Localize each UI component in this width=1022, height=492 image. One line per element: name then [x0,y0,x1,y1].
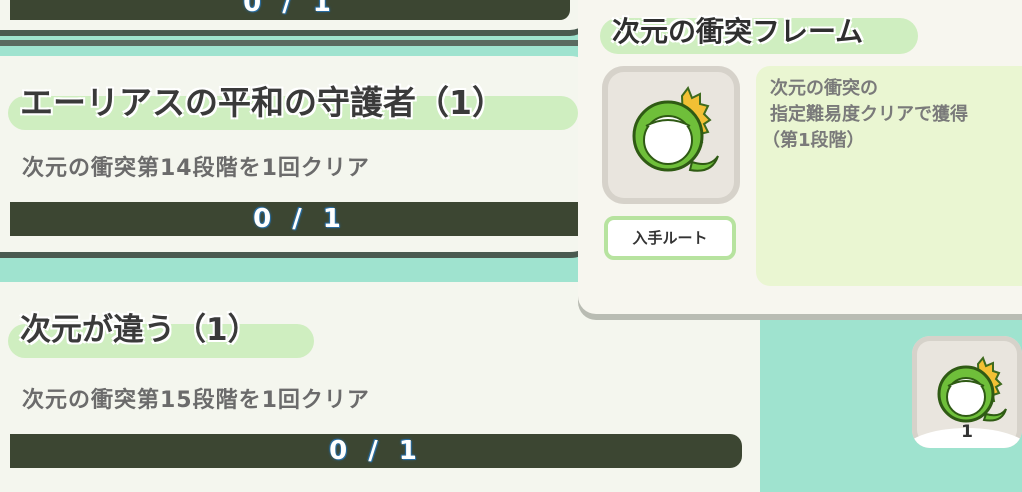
progress-text: 0 / 1 [329,436,423,466]
green-dino-frame-icon [632,85,719,172]
reward-title: 次元の衝突フレーム [612,15,864,48]
achievement-title: 次元が違う（1） [20,312,260,349]
progress-bar: 0 / 1 [10,0,570,20]
achievement-description: 次元の衝突第14段階を1回クリア [22,156,370,181]
achievement-card[interactable]: エーリアスの平和の守護者（1） 次元の衝突第14段階を1回クリア 0 / 1 [0,56,600,252]
item-count: 1 [961,422,973,442]
progress-bar: 0 / 1 [10,202,590,236]
acquisition-route-button[interactable]: 入手ルート [604,216,736,260]
info-line: 指定難易度クリアで獲得 [770,104,968,125]
reward-item-box[interactable] [602,66,740,204]
achievement-title: エーリアスの平和の守護者（1） [20,83,506,123]
reward-item-slot[interactable]: 1 [912,336,1022,448]
info-line: 次元の衝突の [770,78,878,99]
achievement-description: 次元の衝突第15段階を1回クリア [22,388,370,413]
progress-text: 0 / 1 [253,204,347,234]
progress-bar: 0 / 1 [10,434,742,468]
achievement-card-partial: 0 / 1 [0,0,590,30]
reward-detail-panel: 次元の衝突フレーム 入手ルート 次元の衝突の 指定難易度クリアで獲得 （第1段階… [578,0,1022,314]
bg-divider [0,40,580,46]
progress-text: 0 / 1 [243,0,337,18]
reward-info-box: 次元の衝突の 指定難易度クリアで獲得 （第1段階） [756,66,1022,286]
info-line: （第1段階） [762,130,865,151]
